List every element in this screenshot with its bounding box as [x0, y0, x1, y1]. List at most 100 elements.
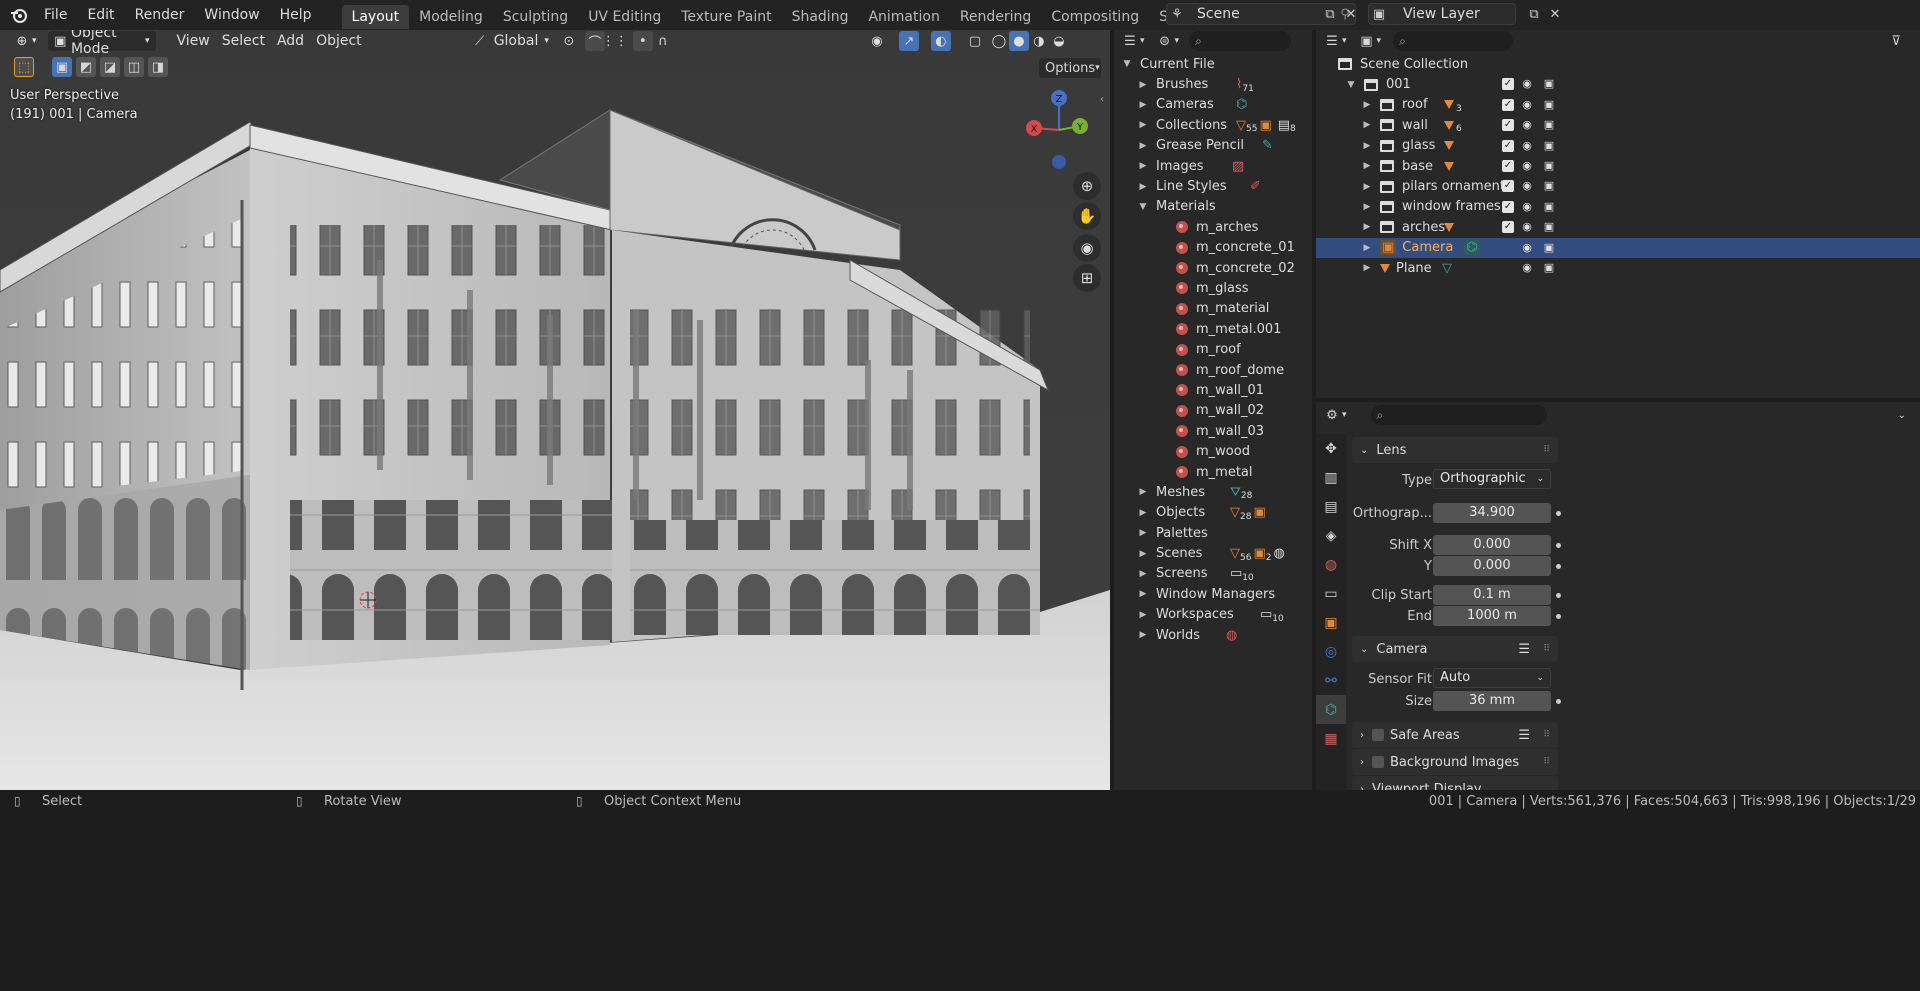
chevron-down-icon[interactable]: ⌄: [1898, 410, 1906, 421]
mode-dropdown[interactable]: ▣ Object Mode ▾: [46, 30, 157, 57]
orientation-dropdown[interactable]: ⟋ Global ▾: [464, 30, 555, 52]
keyframe-dot-icon[interactable]: [1556, 564, 1561, 569]
list-item-collection-001[interactable]: ▼ 001 ✓ ◉ ▣: [1316, 74, 1920, 94]
editor-type-icon[interactable]: ⚙: [1322, 405, 1342, 425]
render-camera-icon[interactable]: ▣: [1542, 220, 1556, 234]
expand-icon[interactable]: ▼: [1120, 59, 1134, 69]
list-item-material[interactable]: m_metal.001: [1114, 319, 1312, 339]
render-camera-icon[interactable]: ▣: [1542, 77, 1556, 91]
texture-tab-icon[interactable]: ▦: [1316, 724, 1346, 753]
expand-icon[interactable]: ▶: [1360, 161, 1374, 171]
tool-tab-icon[interactable]: ✥: [1316, 434, 1346, 463]
list-item-material[interactable]: m_arches: [1114, 217, 1312, 237]
safe-areas-panel-header[interactable]: › Safe Areas ☰ ⠿: [1352, 722, 1558, 748]
background-images-panel-header[interactable]: › Background Images ⠿: [1352, 749, 1558, 775]
rendered-shading-icon[interactable]: ◒: [1049, 31, 1069, 51]
list-item-workspaces[interactable]: ▶ Workspaces ▭ 10: [1114, 605, 1312, 625]
expand-icon[interactable]: ▶: [1136, 487, 1150, 497]
include-checkbox[interactable]: ✓: [1502, 119, 1514, 132]
properties-search-field[interactable]: ⌕: [1370, 405, 1547, 425]
list-item-objects[interactable]: ▶ Objects ▽ 28 ▣: [1114, 503, 1312, 523]
visibility-eye-icon[interactable]: ◉: [1520, 139, 1534, 153]
expand-icon[interactable]: ▼: [1136, 202, 1150, 212]
editor-type-icon[interactable]: ☰: [1322, 31, 1342, 51]
visibility-icon[interactable]: ◉: [867, 31, 887, 51]
camera-panel-header[interactable]: ⌄ Camera ☰ ⠿: [1352, 636, 1558, 662]
menu-add[interactable]: Add: [271, 30, 310, 52]
zoom-icon[interactable]: ⊕: [1073, 172, 1101, 200]
gizmo-toggle-icon[interactable]: ↗: [898, 31, 919, 51]
list-item-collection-window-frames[interactable]: ▶ window frames ✓ ◉ ▣: [1316, 197, 1920, 217]
xray-icon[interactable]: ▢: [965, 31, 985, 51]
list-item-collection-base[interactable]: ▶ base ✓ ◉ ▣: [1316, 156, 1920, 176]
select-subtract-icon[interactable]: ◪: [100, 57, 120, 77]
drag-handle-icon[interactable]: ⠿: [1543, 445, 1550, 455]
visibility-eye-icon[interactable]: ◉: [1520, 179, 1534, 193]
scene-outliner-search-field[interactable]: ⌕: [1393, 31, 1514, 51]
expand-icon[interactable]: ▶: [1136, 182, 1150, 192]
ortho-scale-field[interactable]: 34.900: [1433, 503, 1551, 523]
select-invert-icon[interactable]: ◫: [124, 57, 144, 77]
include-checkbox[interactable]: ✓: [1502, 180, 1514, 193]
tab-compositing[interactable]: Compositing: [1041, 5, 1149, 29]
visibility-eye-icon[interactable]: ◉: [1520, 118, 1534, 132]
tab-modeling[interactable]: Modeling: [409, 5, 493, 29]
expand-icon[interactable]: ▶: [1136, 630, 1150, 640]
expand-icon[interactable]: ▶: [1360, 243, 1374, 253]
new-scene-icon[interactable]: ⧉: [1320, 4, 1340, 24]
list-item-grease-pencil[interactable]: ▶ Grease Pencil ✎: [1114, 136, 1312, 156]
visibility-eye-icon[interactable]: ◉: [1520, 241, 1534, 255]
list-item-collection-wall[interactable]: ▶ wall 6 ✓ ◉ ▣: [1316, 115, 1920, 135]
list-item-camera[interactable]: ▶ ▣ Camera ⌬ ◉ ▣: [1316, 237, 1920, 258]
list-item-materials[interactable]: ▼ Materials: [1114, 197, 1312, 217]
list-item-material[interactable]: m_roof_dome: [1114, 360, 1312, 380]
physics-tab-icon[interactable]: ◎: [1316, 637, 1346, 666]
tab-shading[interactable]: Shading: [782, 5, 859, 29]
list-item-collections[interactable]: ▶ Collections ▽ 55 ▣ ▤ 8: [1114, 115, 1312, 135]
include-checkbox[interactable]: ✓: [1502, 139, 1514, 152]
list-item-scenes[interactable]: ▶ Scenes ▽ 56 ▣ 2 ◍: [1114, 543, 1312, 563]
list-item-material[interactable]: m_wood: [1114, 441, 1312, 461]
solid-shading-icon[interactable]: ●: [1008, 31, 1029, 51]
render-camera-icon[interactable]: ▣: [1542, 118, 1556, 132]
expand-icon[interactable]: ▶: [1136, 161, 1150, 171]
list-item-collection-roof[interactable]: ▶ roof 3 ✓ ◉ ▣: [1316, 95, 1920, 115]
list-item-collection-glass[interactable]: ▶ glass ✓ ◉ ▣: [1316, 136, 1920, 156]
navigation-gizmo[interactable]: Z Y X: [1020, 86, 1100, 176]
list-item-images[interactable]: ▶ Images ▨: [1114, 156, 1312, 176]
drag-handle-icon[interactable]: ⠿: [1543, 644, 1550, 654]
list-item-material[interactable]: m_concrete_01: [1114, 238, 1312, 258]
expand-icon[interactable]: ▶: [1136, 141, 1150, 151]
camera-view-icon[interactable]: ◉: [1073, 234, 1101, 262]
falloff-icon[interactable]: ∩: [653, 31, 673, 51]
safe-areas-checkbox[interactable]: [1372, 729, 1384, 741]
shift-y-field[interactable]: 0.000: [1433, 556, 1551, 576]
visibility-eye-icon[interactable]: ◉: [1520, 220, 1534, 234]
tab-layout[interactable]: Layout: [341, 4, 410, 29]
shift-x-field[interactable]: 0.000: [1433, 535, 1551, 555]
select-tool-icon[interactable]: ⬚: [14, 57, 34, 77]
pivot-icon[interactable]: ⊙: [559, 31, 579, 51]
menu-edit[interactable]: Edit: [77, 0, 124, 30]
wireframe-shading-icon[interactable]: ◯: [989, 31, 1009, 51]
drag-handle-icon[interactable]: ⠿: [1543, 730, 1550, 740]
expand-icon[interactable]: ▶: [1360, 100, 1374, 110]
include-checkbox[interactable]: ✓: [1502, 221, 1514, 234]
tab-texture-paint[interactable]: Texture Paint: [671, 5, 781, 29]
sensor-size-field[interactable]: 36 mm: [1433, 691, 1551, 711]
render-camera-icon[interactable]: ▣: [1542, 241, 1556, 255]
blender-logo-icon[interactable]: [8, 5, 30, 25]
render-camera-icon[interactable]: ▣: [1542, 179, 1556, 193]
include-checkbox[interactable]: ✓: [1502, 159, 1514, 172]
list-item-line-styles[interactable]: ▶ Line Styles ✐: [1114, 176, 1312, 196]
keyframe-dot-icon[interactable]: [1556, 593, 1561, 598]
tab-uv-editing[interactable]: UV Editing: [578, 5, 671, 29]
render-camera-icon[interactable]: ▣: [1542, 200, 1556, 214]
view-layer-selector[interactable]: ▣ View Layer: [1368, 3, 1516, 25]
list-item-material[interactable]: m_wall_01: [1114, 380, 1312, 400]
keyframe-dot-icon[interactable]: [1556, 511, 1561, 516]
list-item-material[interactable]: m_material: [1114, 299, 1312, 319]
expand-icon[interactable]: ▶: [1136, 100, 1150, 110]
menu-select[interactable]: Select: [216, 30, 271, 52]
list-item-material[interactable]: m_metal: [1114, 462, 1312, 482]
